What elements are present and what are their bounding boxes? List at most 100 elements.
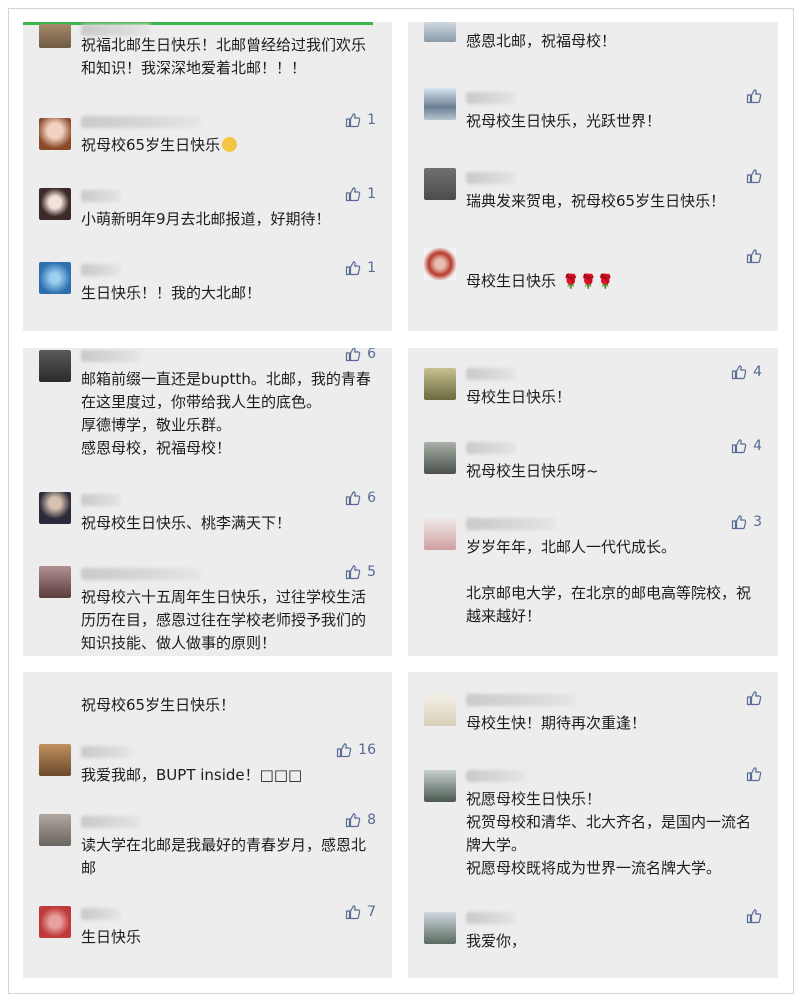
- like-button[interactable]: 1: [345, 186, 376, 202]
- avatar: [424, 168, 456, 200]
- thumbs-up-icon: [345, 260, 361, 276]
- rose-icon: 🌹🌹🌹: [562, 274, 615, 290]
- like-button[interactable]: [746, 88, 762, 104]
- thumbs-up-icon: [345, 904, 361, 920]
- avatar: [39, 24, 71, 48]
- thumbs-up-icon: [746, 766, 762, 782]
- like-count: 6: [367, 348, 376, 362]
- like-button[interactable]: [746, 690, 762, 706]
- username-blurred: [466, 368, 516, 380]
- comment-text: 生日快乐: [81, 928, 142, 946]
- comment-text: 母校生日快乐 🌹🌹🌹: [466, 272, 615, 290]
- avatar: [39, 566, 71, 598]
- comments-panel-3: 6 邮箱前缀一直还是buptth。北邮，我的青春在这里度过，你带给我人生的底色。…: [23, 348, 392, 656]
- username-blurred: [466, 172, 516, 184]
- like-count: 3: [753, 514, 762, 530]
- avatar: [424, 694, 456, 726]
- thumbs-up-icon: [345, 348, 361, 362]
- thumbs-up-icon: [746, 908, 762, 924]
- like-button[interactable]: 16: [336, 742, 376, 758]
- thumbs-up-icon: [345, 112, 361, 128]
- avatar: [424, 518, 456, 550]
- like-button[interactable]: 1: [345, 112, 376, 128]
- username-blurred: [81, 350, 141, 362]
- like-button[interactable]: 6: [345, 348, 376, 362]
- comment-text: 祝母校65岁生日快乐: [81, 134, 378, 157]
- like-count: 16: [358, 742, 376, 758]
- username-blurred: [466, 92, 516, 104]
- comment-text: 感恩北邮，祝福母校！: [466, 32, 617, 50]
- like-button[interactable]: 6: [345, 490, 376, 506]
- thumbs-up-icon: [746, 248, 762, 264]
- comment-text: 我爱你，: [466, 932, 527, 950]
- like-button[interactable]: 5: [345, 564, 376, 580]
- username-blurred: [81, 190, 121, 202]
- username-blurred: [81, 908, 121, 920]
- like-button[interactable]: 7: [345, 904, 376, 920]
- comment-text: 祝母校生日快乐呀~: [466, 462, 599, 480]
- avatar: [39, 906, 71, 938]
- avatar: [39, 188, 71, 220]
- avatar: [39, 492, 71, 524]
- username-blurred: [466, 770, 526, 782]
- thumbs-up-icon: [345, 490, 361, 506]
- avatar: [424, 88, 456, 120]
- like-button[interactable]: 3: [731, 514, 762, 530]
- avatar: [39, 118, 71, 150]
- scroll-indicator: [23, 22, 373, 25]
- thumbs-up-icon: [746, 168, 762, 184]
- like-button[interactable]: 8: [345, 812, 376, 828]
- comments-panel-4: 4 母校生日快乐！ 4 祝母校生日快乐呀~ 3 岁岁年年，北邮人一代代成长。 北…: [408, 348, 778, 656]
- avatar: [424, 248, 456, 280]
- like-count: 7: [367, 904, 376, 920]
- thumbs-up-icon: [731, 364, 747, 380]
- avatar: [424, 442, 456, 474]
- like-count: 6: [367, 490, 376, 506]
- username-blurred: [466, 694, 576, 706]
- comment-text: 邮箱前缀一直还是buptth。北邮，我的青春在这里度过，你带给我人生的底色。 厚…: [81, 370, 371, 457]
- thumbs-up-icon: [336, 742, 352, 758]
- like-button[interactable]: 4: [731, 438, 762, 454]
- username-blurred: [466, 518, 556, 530]
- comment-text: 祝母校生日快乐、桃李满天下！: [81, 514, 292, 532]
- username-blurred: [81, 816, 141, 828]
- comment-text: 母校生日快乐！: [466, 388, 572, 406]
- username-blurred: [81, 746, 131, 758]
- thumbs-up-icon: [731, 514, 747, 530]
- like-count: 5: [367, 564, 376, 580]
- emoji-icon: [222, 137, 238, 152]
- thumbs-up-icon: [746, 88, 762, 104]
- comment-text: 小萌新明年9月去北邮报道，好期待！: [81, 210, 331, 228]
- comment-text: 母校生快！期待再次重逢！: [466, 714, 647, 732]
- like-button[interactable]: [746, 908, 762, 924]
- username-blurred: [466, 442, 516, 454]
- thumbs-up-icon: [345, 564, 361, 580]
- avatar: [39, 744, 71, 776]
- like-button[interactable]: [746, 766, 762, 782]
- avatar: [424, 770, 456, 802]
- comments-panel-6: 母校生快！期待再次重逢！ 祝愿母校生日快乐！ 祝贺母校和清华、北大齐名，是国内一…: [408, 672, 778, 978]
- avatar: [424, 912, 456, 944]
- comment-text: 岁岁年年，北邮人一代代成长。 北京邮电大学，在北京的邮电高等院校，祝越来越好！: [466, 538, 752, 625]
- username-blurred: [81, 568, 201, 580]
- username-blurred: [81, 494, 121, 506]
- like-count: 1: [367, 112, 376, 128]
- comment-text: 祝福北邮生日快乐！北邮曾经给过我们欢乐和知识！我深深地爱着北邮！！！: [81, 36, 367, 77]
- like-button[interactable]: [746, 168, 762, 184]
- avatar: [39, 262, 71, 294]
- thumbs-up-icon: [345, 812, 361, 828]
- like-count: 4: [753, 364, 762, 380]
- like-button[interactable]: 1: [345, 260, 376, 276]
- like-button[interactable]: [746, 248, 762, 264]
- like-count: 8: [367, 812, 376, 828]
- like-button[interactable]: 4: [731, 364, 762, 380]
- comment-text: 生日快乐！！我的大北邮！: [81, 284, 262, 302]
- username-blurred: [466, 912, 516, 924]
- comment-text: 祝母校六十五周年生日快乐，过往学校生活历历在目，感恩过往在学校老师授予我们的知识…: [81, 588, 367, 652]
- comment-text: 我爱我邮，BUPT inside！□□□: [81, 766, 303, 784]
- like-count: 1: [367, 260, 376, 276]
- comment-text: 读大学在北邮是我最好的青春岁月，感恩北邮: [81, 836, 367, 877]
- comment-text: 祝母校65岁生日快乐！: [81, 696, 236, 714]
- username-blurred: [81, 116, 201, 128]
- comment-text: 祝愿母校生日快乐！ 祝贺母校和清华、北大齐名，是国内一流名牌大学。 祝愿母校既将…: [466, 790, 752, 877]
